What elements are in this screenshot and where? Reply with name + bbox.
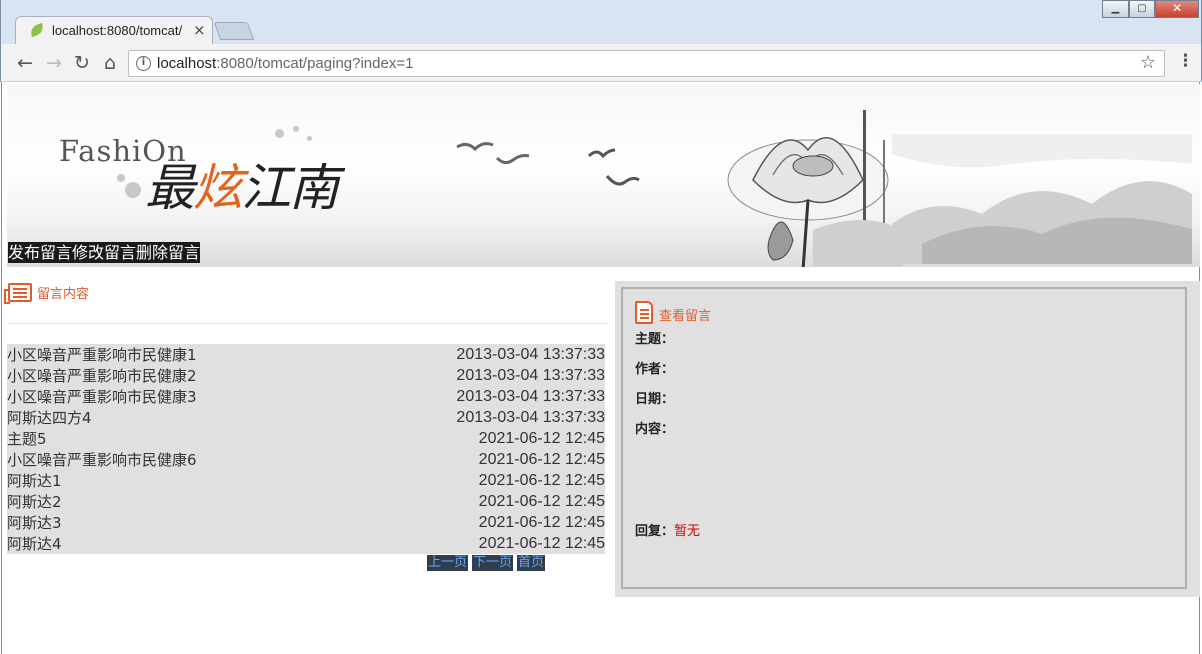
home-icon[interactable]: ⌂: [98, 51, 122, 75]
lotus-painting-icon: [727, 110, 903, 267]
document-icon: [635, 301, 653, 324]
message-date: 2021-06-12 12:45: [478, 534, 605, 552]
arrow-right-icon[interactable]: →: [42, 51, 66, 75]
list-item[interactable]: 小区噪音严重影响市民健康3 2013-03-04 13:37:33: [7, 386, 605, 407]
info-icon[interactable]: i: [136, 56, 151, 71]
reply-label: 回复：: [635, 524, 675, 539]
tab-title: localhost:8080/tomcat/: [52, 23, 183, 38]
nav-edit-message[interactable]: 修改留言: [72, 242, 136, 263]
message-date: 2021-06-12 12:45: [478, 492, 605, 510]
message-title-link[interactable]: 阿斯达1: [7, 470, 62, 491]
list-item[interactable]: 阿斯达四方4 2013-03-04 13:37:33: [7, 407, 605, 428]
nav-add-message[interactable]: 发布留言: [8, 242, 72, 263]
message-date: 2013-03-04 13:37:33: [456, 345, 605, 363]
message-date: 2013-03-04 13:37:33: [456, 408, 605, 426]
subject-label: 主题：: [635, 332, 675, 347]
message-date: 2013-03-04 13:37:33: [456, 366, 605, 384]
message-date: 2021-06-12 12:45: [478, 471, 605, 489]
message-title-link[interactable]: 小区噪音严重影响市民健康1: [7, 344, 197, 365]
detail-title: 查看留言: [659, 309, 712, 324]
message-date: 2013-03-04 13:37:33: [456, 387, 605, 405]
message-title-link[interactable]: 主题5: [7, 428, 47, 449]
browser-toolbar: ← → ↻ ⌂ i localhost:8080/tomcat/paging?i…: [0, 44, 1202, 82]
message-list-panel: 留言内容 小区噪音严重影响市民健康1 2013-03-04 13:37:33 小区…: [4, 279, 607, 579]
reload-icon[interactable]: ↻: [70, 51, 94, 75]
decor-dot: [307, 136, 312, 141]
section-title: 留言内容: [37, 287, 90, 302]
decor-dot: [117, 174, 125, 182]
reply-value: 暂无: [674, 524, 701, 539]
date-label: 日期：: [635, 392, 675, 407]
pagination: 上一页 下一页 首页: [427, 555, 546, 571]
logo-char-3: 江南: [241, 159, 339, 217]
bird-icon: [587, 148, 616, 159]
message-title-link[interactable]: 阿斯达2: [7, 491, 62, 512]
message-list: 小区噪音严重影响市民健康1 2013-03-04 13:37:33 小区噪音严重影…: [7, 344, 605, 554]
header-banner: FashiOn 最炫江南: [7, 84, 1200, 267]
bird-icon: [605, 175, 640, 186]
list-item[interactable]: 阿斯达1 2021-06-12 12:45: [7, 470, 605, 491]
list-item[interactable]: 小区噪音严重影响市民健康6 2021-06-12 12:45: [7, 449, 605, 470]
message-title-link[interactable]: 阿斯达四方4: [7, 407, 92, 428]
list-item[interactable]: 小区噪音严重影响市民健康2 2013-03-04 13:37:33: [7, 365, 605, 386]
more-vert-icon[interactable]: ⋮: [1177, 51, 1194, 71]
list-item[interactable]: 主题5 2021-06-12 12:45: [7, 428, 605, 449]
bird-icon: [456, 142, 494, 152]
top-nav: 发布留言 修改留言 删除留言: [8, 242, 201, 263]
window-controls: ▁ ▢ ✕: [1102, 0, 1199, 18]
url-text[interactable]: localhost:8080/tomcat/paging?index=1: [157, 55, 413, 72]
page-content: FashiOn 最炫江南 发布留言 修改留言 删除留言 留言内容 小区噪音严重影…: [1, 82, 1200, 654]
star-icon[interactable]: ☆: [1140, 52, 1156, 73]
message-detail-panel: 查看留言 主题： 作者： 日期： 内容： 回复：暂无: [615, 281, 1200, 597]
logo-char-1: 最: [145, 159, 195, 217]
divider: [7, 323, 607, 324]
address-bar[interactable]: i localhost:8080/tomcat/paging?index=1 ☆: [128, 50, 1165, 77]
maximize-icon[interactable]: ▢: [1128, 0, 1156, 18]
message-title-link[interactable]: 小区噪音严重影响市民健康3: [7, 386, 197, 407]
logo-char-2: 炫: [193, 159, 243, 217]
message-title-link[interactable]: 阿斯达3: [7, 512, 62, 533]
minimize-icon[interactable]: ▁: [1102, 0, 1129, 18]
detail-box: 查看留言 主题： 作者： 日期： 内容： 回复：暂无: [621, 287, 1187, 589]
ink-mist-icon: [892, 134, 1192, 264]
content-label: 内容：: [635, 422, 675, 437]
decor-dot: [293, 126, 299, 132]
message-date: 2021-06-12 12:45: [478, 450, 605, 468]
news-icon: [4, 283, 32, 304]
prev-page-link[interactable]: 上一页: [427, 555, 469, 571]
window-close-icon[interactable]: ✕: [1155, 0, 1199, 18]
arrow-left-icon[interactable]: ←: [13, 51, 37, 75]
tab-close-icon[interactable]: ×: [193, 21, 206, 39]
new-tab-button[interactable]: [213, 22, 255, 40]
message-title-link[interactable]: 阿斯达4: [7, 533, 62, 554]
url-path: :8080/tomcat/paging?index=1: [216, 55, 414, 72]
next-page-link[interactable]: 下一页: [472, 555, 514, 571]
list-item[interactable]: 阿斯达3 2021-06-12 12:45: [7, 512, 605, 533]
browser-titlebar: localhost:8080/tomcat/ × ▁ ▢ ✕: [0, 0, 1202, 45]
message-date: 2021-06-12 12:45: [478, 513, 605, 531]
logo-calligraphy: 最炫江南: [145, 148, 339, 220]
list-item[interactable]: 小区噪音严重影响市民健康1 2013-03-04 13:37:33: [7, 344, 605, 365]
list-item[interactable]: 阿斯达2 2021-06-12 12:45: [7, 491, 605, 512]
message-date: 2021-06-12 12:45: [478, 429, 605, 447]
decor-dot: [125, 182, 141, 198]
message-title-link[interactable]: 小区噪音严重影响市民健康6: [7, 449, 197, 470]
decor-dot: [275, 129, 284, 138]
first-page-link[interactable]: 首页: [517, 555, 546, 571]
list-item[interactable]: 阿斯达4 2021-06-12 12:45: [7, 533, 605, 554]
author-label: 作者：: [635, 362, 675, 377]
browser-tab[interactable]: localhost:8080/tomcat/ ×: [15, 16, 213, 45]
tomcat-favicon-icon: [28, 22, 46, 38]
url-host: localhost: [157, 55, 217, 72]
nav-delete-message[interactable]: 删除留言: [136, 242, 200, 263]
bird-icon: [495, 154, 530, 165]
message-title-link[interactable]: 小区噪音严重影响市民健康2: [7, 365, 197, 386]
reply-row: 回复：暂无: [635, 520, 700, 539]
